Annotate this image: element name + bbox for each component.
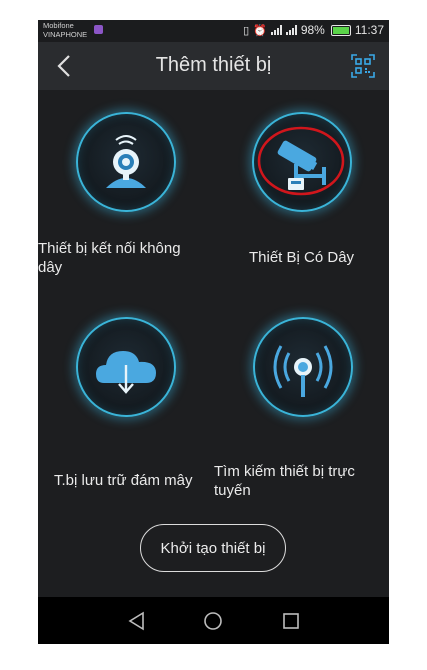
carrier-2: VINAPHONE: [43, 30, 88, 39]
tile-label-online-search: Tìm kiếm thiết bị trực tuyến: [214, 463, 355, 499]
signal-h-icon: [285, 25, 297, 35]
wireless-camera-icon: [106, 135, 146, 188]
tile-online-search[interactable]: Tìm kiếm thiết bị trực tuyến: [213, 305, 388, 525]
system-nav-bar: [38, 597, 389, 644]
wired-camera-icon: [257, 126, 345, 196]
page-title: Thêm thiết bị: [155, 54, 272, 76]
carrier-1: Mobifone: [43, 21, 74, 30]
broadcast-icon: [273, 345, 333, 397]
qr-scan-icon: [351, 54, 375, 78]
init-device-button[interactable]: Khởi tạo thiết bị: [140, 524, 286, 572]
qr-scan-button[interactable]: [351, 54, 375, 78]
tile-wired-device[interactable]: Thiết Bị Có Dây: [213, 108, 388, 328]
nav-recents-button[interactable]: [278, 608, 304, 634]
app-bar: Thêm thiết bị: [38, 42, 389, 90]
back-triangle-icon: [128, 611, 144, 631]
status-indicators: ▯ ⏰ 98% 11:37: [243, 23, 384, 37]
tile-label-wired: Thiết Bị Có Dây: [249, 249, 355, 266]
tile-wireless-device[interactable]: Thiết bị kết nối không dây: [38, 108, 213, 328]
recents-square-icon: [283, 613, 299, 629]
alarm-icon: ⏰: [253, 24, 267, 37]
clock: 11:37: [354, 23, 384, 37]
status-bar: Mobifone VINAPHONE ▯ ⏰ 98% 11:37: [38, 20, 389, 42]
signal-icon: [270, 25, 282, 35]
cloud-download-icon: [96, 351, 156, 394]
tile-cloud-storage[interactable]: T.bị lưu trữ đám mây: [38, 305, 213, 525]
tile-label-wireless: Thiết bị kết nối không dây: [38, 240, 181, 276]
carrier-names: Mobifone VINAPHONE: [43, 21, 87, 39]
nav-home-button[interactable]: [200, 608, 226, 634]
phone-screen: Mobifone VINAPHONE ▯ ⏰ 98% 11:37 Thêm th…: [38, 20, 389, 644]
battery-level: [332, 26, 350, 34]
tile-label-cloud: T.bị lưu trữ đám mây: [54, 472, 193, 489]
viber-icon: [94, 25, 103, 34]
home-circle-icon: [204, 612, 222, 630]
battery-icon: [330, 24, 351, 36]
nav-back-button[interactable]: [124, 608, 150, 634]
vibrate-icon: ▯: [243, 24, 250, 37]
battery-percent: 98%: [300, 23, 325, 37]
